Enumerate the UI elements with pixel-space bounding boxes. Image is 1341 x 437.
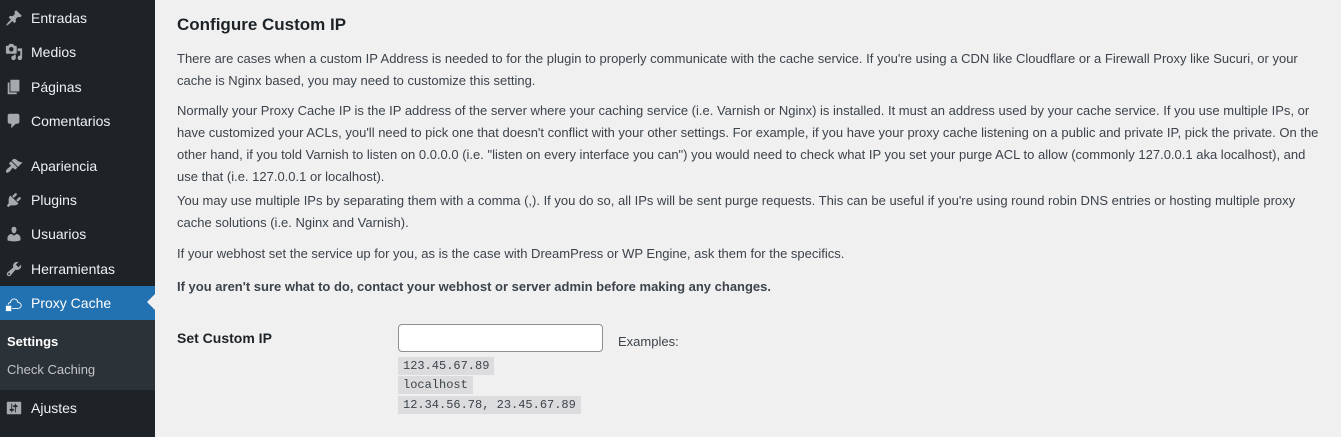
sidebar-item-label: Usuarios <box>31 226 87 242</box>
sidebar-item-proxy-cache[interactable]: Proxy Cache <box>0 286 155 320</box>
sidebar-item-label: Entradas <box>31 10 88 26</box>
media-icon <box>4 42 24 62</box>
sidebar-item-paginas[interactable]: Páginas <box>0 70 155 104</box>
examples-label: Examples: <box>618 334 679 349</box>
sidebar-item-label: Herramientas <box>31 261 116 277</box>
sidebar-item-apariencia[interactable]: Apariencia <box>0 149 155 183</box>
comment-icon <box>4 111 24 131</box>
sidebar-item-ajustes[interactable]: Ajustes <box>0 391 155 425</box>
warning-text: If you aren't sure what to do, contact y… <box>177 279 772 294</box>
proxy-ip-paragraph: Normally your Proxy Cache IP is the IP a… <box>177 103 1319 184</box>
example-ip: 12.34.56.78, 23.45.67.89 <box>398 396 581 414</box>
example-ip: 123.45.67.89 <box>398 357 495 375</box>
settings-icon <box>4 398 24 418</box>
plug-icon <box>4 190 24 210</box>
sidebar-item-label: Páginas <box>31 79 82 95</box>
pages-icon <box>4 77 24 97</box>
sidebar-item-usuarios[interactable]: Usuarios <box>0 217 155 251</box>
multiple-ips-paragraph: You may use multiple IPs by separating t… <box>177 193 1296 230</box>
sidebar-item-label: Ajustes <box>31 400 77 416</box>
example-ip: localhost <box>398 376 473 394</box>
sidebar-item-comentarios[interactable]: Comentarios <box>0 104 155 138</box>
wrench-icon <box>4 259 24 279</box>
sidebar-item-label: Medios <box>31 44 77 60</box>
intro-paragraph: There are cases when a custom IP Address… <box>177 51 1298 88</box>
brush-icon <box>4 156 24 176</box>
sidebar-item-label: Plugins <box>31 192 77 208</box>
cloud-icon <box>4 293 24 313</box>
pin-icon <box>4 8 24 28</box>
sidebar-item-medios[interactable]: Medios <box>0 35 155 69</box>
sidebar-item-entradas[interactable]: Entradas <box>0 1 155 35</box>
sidebar-item-label: Apariencia <box>31 158 98 174</box>
webhost-paragraph: If your webhost set the service up for y… <box>177 246 845 261</box>
admin-sidebar: Entradas Medios Páginas Comentarios Apar… <box>0 0 155 437</box>
custom-ip-input[interactable] <box>398 324 603 352</box>
proxy-cache-submenu: Settings Check Caching <box>0 320 155 390</box>
custom-ip-label: Set Custom IP <box>177 330 272 346</box>
user-icon <box>4 224 24 244</box>
page-title: Configure Custom IP <box>177 15 347 34</box>
submenu-check-caching[interactable]: Check Caching <box>7 362 95 377</box>
sidebar-item-label: Proxy Cache <box>31 295 112 311</box>
sidebar-item-plugins[interactable]: Plugins <box>0 183 155 217</box>
sidebar-item-herramientas[interactable]: Herramientas <box>0 252 155 286</box>
submenu-settings[interactable]: Settings <box>7 334 58 349</box>
sidebar-item-label: Comentarios <box>31 113 111 129</box>
